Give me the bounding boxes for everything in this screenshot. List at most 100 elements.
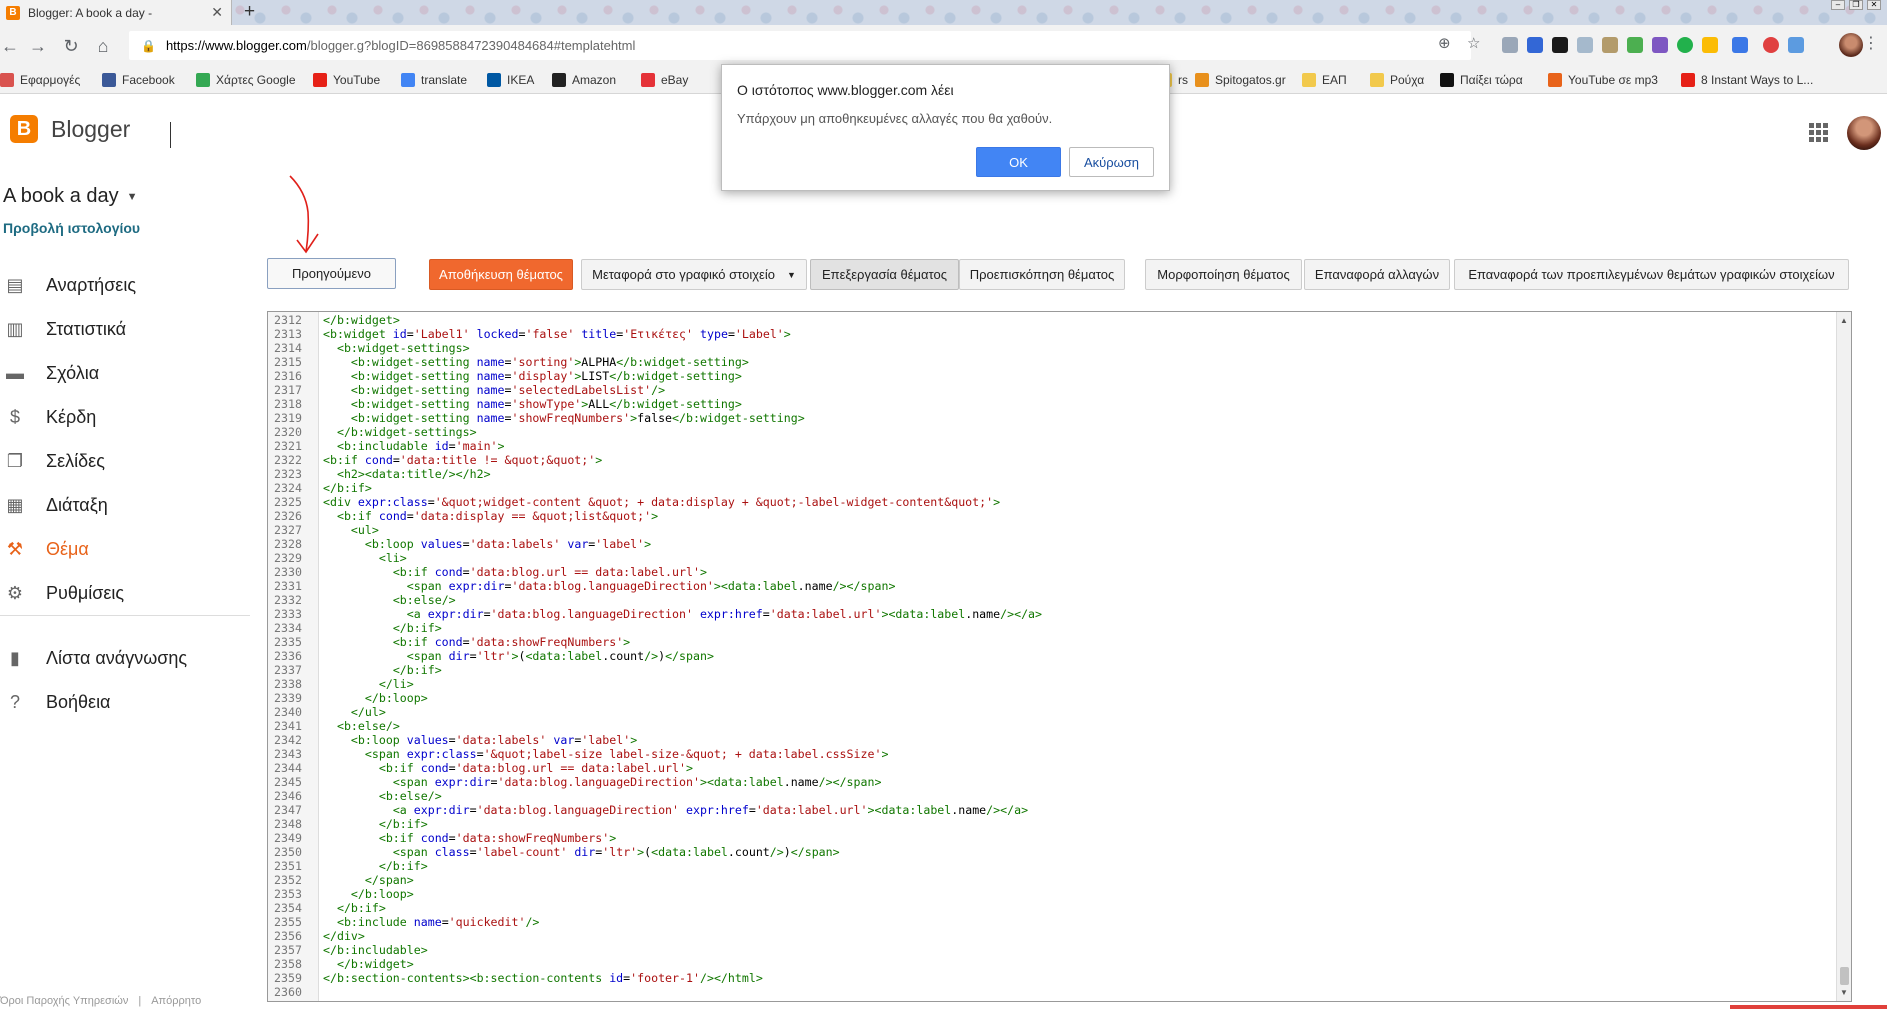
code-line: 2338 </li> xyxy=(268,677,1828,691)
bookmark-item[interactable]: IKEA xyxy=(487,73,534,87)
sidebar-item[interactable]: ▦ Διάταξη xyxy=(0,490,250,520)
extension-4-icon[interactable] xyxy=(1602,37,1618,53)
comments-icon: ▬ xyxy=(6,362,24,383)
revert-changes-button[interactable]: Επαναφορά αλλαγών xyxy=(1304,259,1450,290)
extension-9-icon[interactable] xyxy=(1732,37,1748,53)
privacy-link[interactable]: Απόρρητο xyxy=(151,995,201,1007)
extension-5-icon[interactable] xyxy=(1627,37,1643,53)
sidebar-item[interactable]: ▮ Λίστα ανάγνωσης xyxy=(0,643,250,673)
close-tab-icon[interactable]: ✕ xyxy=(211,4,223,21)
edit-theme-button[interactable]: Επεξεργασία θέματος xyxy=(810,259,959,290)
sidebar-item[interactable]: ▤ Αναρτήσεις xyxy=(0,270,250,300)
scroll-up-icon[interactable]: ▲ xyxy=(1840,316,1848,325)
apps-grid-icon[interactable] xyxy=(1809,123,1828,142)
browser-tab[interactable]: B Blogger: A book a day - ✕ xyxy=(0,0,232,25)
line-number: 2355 xyxy=(274,915,302,929)
scroll-down-icon[interactable]: ▼ xyxy=(1840,988,1848,997)
back-icon[interactable]: ← xyxy=(0,36,20,57)
sidebar-item[interactable]: ❐ Σελίδες xyxy=(0,446,250,476)
code-line: 2317 <b:widget-setting name='selectedLab… xyxy=(268,383,1828,397)
code-line: 2333 <a expr:dir='data:blog.languageDire… xyxy=(268,607,1828,621)
bookmark-item[interactable]: 8 Instant Ways to L... xyxy=(1681,73,1813,87)
bookmark-item[interactable]: Παίξει τώρα xyxy=(1440,73,1523,87)
bookmark-item[interactable]: Facebook xyxy=(102,73,175,87)
move-to-widget-dropdown[interactable]: Μεταφορά στο γραφικό στοιχείο ▼ xyxy=(581,259,807,290)
sidebar-item[interactable]: ▬ Σχόλια xyxy=(0,358,250,388)
code-line: 2318 <b:widget-setting name='showType'>A… xyxy=(268,397,1828,411)
line-number: 2346 xyxy=(274,789,302,803)
extension-8-icon[interactable] xyxy=(1702,37,1718,53)
restore-icon[interactable]: ❐ xyxy=(1849,0,1863,10)
line-number: 2351 xyxy=(274,859,302,873)
dialog-ok-button[interactable]: OK xyxy=(976,147,1061,177)
bookmark-item[interactable]: Εφαρμογές xyxy=(0,73,80,87)
minimize-icon[interactable]: – xyxy=(1831,0,1845,10)
restore-default-widgets-button[interactable]: Επαναφορά των προεπιλεγμένων θεμάτων γρα… xyxy=(1454,259,1849,290)
view-blog-link[interactable]: Προβολή ιστολογίου xyxy=(3,220,140,236)
bookmark-item[interactable]: Ρούχα xyxy=(1370,73,1424,87)
facebook-icon xyxy=(102,73,116,87)
html-code-editor[interactable]: 2312 </b:widget> 2313 <b:widget id='Label1'… xyxy=(267,311,1852,1002)
blogger-logo[interactable]: B Blogger xyxy=(10,115,130,143)
preview-theme-button[interactable]: Προεπισκόπηση θέματος xyxy=(959,259,1125,290)
line-number: 2327 xyxy=(274,523,302,537)
line-number: 2358 xyxy=(274,957,302,971)
bookmark-item[interactable]: Amazon xyxy=(552,73,616,87)
lock-icon[interactable]: 🔒 xyxy=(141,39,156,53)
scrollbar-thumb[interactable] xyxy=(1840,967,1849,985)
sidebar-item[interactable]: ⚒ Θέμα xyxy=(0,534,250,564)
forward-icon[interactable]: → xyxy=(28,36,48,57)
line-number: 2317 xyxy=(274,383,302,397)
terms-link[interactable]: Όροι Παροχής Υπηρεσιών xyxy=(0,995,128,1007)
bookmark-item[interactable]: ΕΑΠ xyxy=(1302,73,1347,87)
code-line: 2334 </b:if> xyxy=(268,621,1828,635)
reload-icon[interactable]: ↻ xyxy=(61,36,81,57)
profile-avatar-icon[interactable] xyxy=(1839,33,1863,57)
bookmark-label: translate xyxy=(421,73,468,87)
zoom-icon[interactable]: ⊕ xyxy=(1438,34,1451,52)
editor-scrollbar[interactable]: ▲ ▼ xyxy=(1836,312,1851,1001)
line-number: 2325 xyxy=(274,495,302,509)
bookmark-item[interactable]: YouTube σε mp3 xyxy=(1548,73,1658,87)
code-line: 2343 <span expr:class='&quot;label-size … xyxy=(268,747,1828,761)
bookmark-star-icon[interactable]: ☆ xyxy=(1467,34,1480,52)
code-line: 2360 xyxy=(268,985,1828,999)
previous-button[interactable]: Προηγούμενο xyxy=(267,258,396,289)
sidebar-item[interactable]: $ Κέρδη xyxy=(0,402,250,432)
bookmark-item[interactable]: YouTube xyxy=(313,73,380,87)
save-theme-button[interactable]: Αποθήκευση θέματος xyxy=(429,259,573,290)
sidebar-item[interactable]: ▥ Στατιστικά xyxy=(0,314,250,344)
bookmark-item[interactable]: eBay xyxy=(641,73,688,87)
blog-selector[interactable]: A book a day ▼ xyxy=(3,185,138,208)
extension-abp-icon[interactable] xyxy=(1502,37,1518,53)
sidebar-item[interactable]: ⚙ Ρυθμίσεις xyxy=(0,578,250,608)
bookmark-item[interactable]: Spitogatos.gr xyxy=(1195,73,1286,87)
dialog-cancel-button[interactable]: Ακύρωση xyxy=(1069,147,1154,177)
close-window-icon[interactable]: ✕ xyxy=(1867,0,1881,10)
extension-6-icon[interactable] xyxy=(1652,37,1668,53)
browser-menu-icon[interactable]: ⋮ xyxy=(1863,33,1879,53)
home-icon[interactable]: ⌂ xyxy=(93,36,113,57)
code-text: </b:widget> xyxy=(336,957,414,971)
new-tab-icon[interactable]: + xyxy=(244,1,255,23)
dialog-title: Ο ιστότοπος www.blogger.com λέει xyxy=(737,82,954,98)
extension-2-icon[interactable] xyxy=(1552,37,1568,53)
account-avatar[interactable] xyxy=(1847,116,1881,150)
bookmark-item[interactable]: translate xyxy=(401,73,467,87)
format-theme-button[interactable]: Μορφοποίηση θέματος xyxy=(1145,259,1302,290)
code-text: <b:loop values='data:labels' var='label'… xyxy=(350,733,638,747)
blog-title: A book a day xyxy=(3,185,119,207)
extension-7-icon[interactable] xyxy=(1677,37,1693,53)
code-text: <div expr:class='&quot;widget-content &q… xyxy=(323,495,1001,509)
extension-10-icon[interactable] xyxy=(1763,37,1779,53)
address-bar[interactable]: 🔒 https://www.blogger.com/blogger.g?blog… xyxy=(129,31,1471,60)
line-number: 2345 xyxy=(274,775,302,789)
extension-1-icon[interactable] xyxy=(1527,37,1543,53)
sidebar-item[interactable]: ? Βοήθεια xyxy=(0,687,250,717)
bookmark-item[interactable]: Χάρτες Google xyxy=(196,73,296,87)
extension-11-icon[interactable] xyxy=(1788,37,1804,53)
code-area[interactable]: 2312 </b:widget> 2313 <b:widget id='Label1'… xyxy=(268,313,1828,999)
extension-3-icon[interactable] xyxy=(1577,37,1593,53)
code-text: <span expr:dir='data:blog.languageDirect… xyxy=(392,775,882,789)
